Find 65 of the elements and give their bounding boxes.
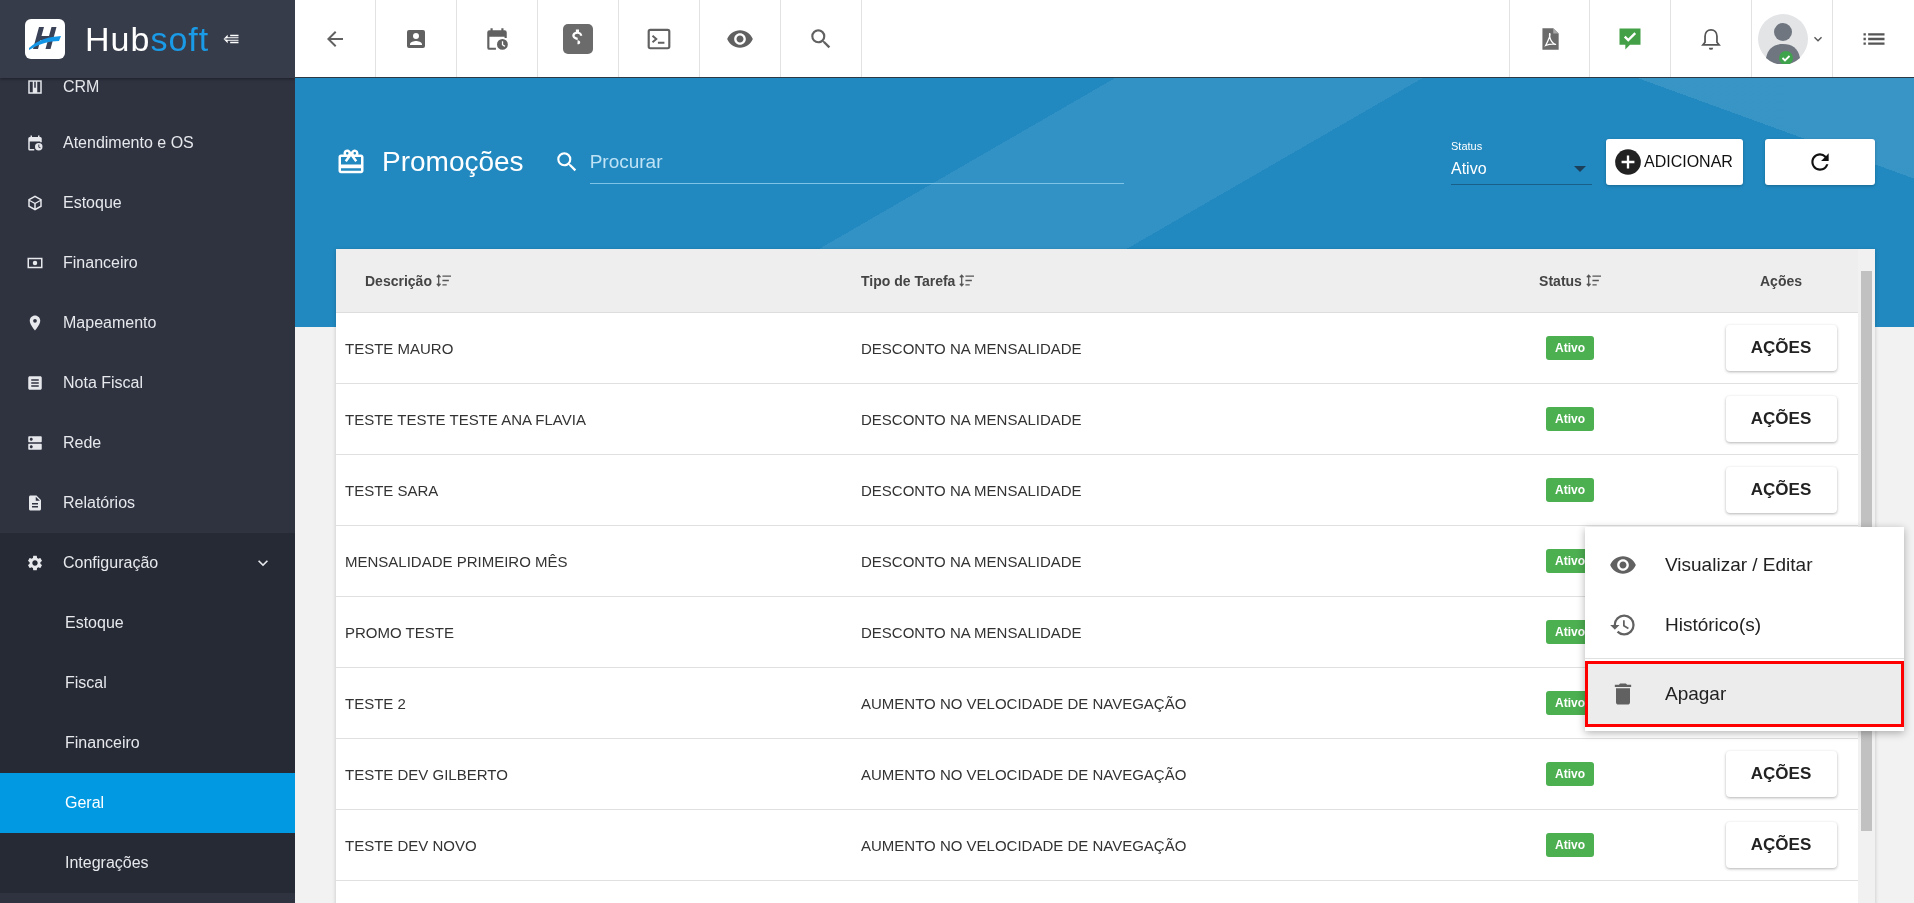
- sort-icon[interactable]: [959, 274, 975, 287]
- table-cell: TESTE 2: [345, 694, 406, 712]
- status-badge: Ativo: [1546, 407, 1594, 431]
- table-cell: TESTE MAURO: [345, 339, 454, 357]
- table-cell: AUMENTO NO VELOCIDADE DE NAVEGAÇÃO: [861, 694, 1187, 712]
- document-list-icon: [26, 374, 44, 392]
- sort-icon[interactable]: [1585, 274, 1601, 287]
- column-header[interactable]: Descrição: [365, 272, 432, 289]
- table-cell: DESCONTO NA MENSALIDADE: [861, 410, 1082, 428]
- add-button[interactable]: ADICIONAR: [1606, 139, 1743, 185]
- avatar-silhouette-icon: [1758, 13, 1808, 64]
- table-cell: AUMENTO NO VELOCIDADE DE NAVEGAÇÃO: [861, 765, 1187, 783]
- sidebar-item[interactable]: Mapeamento: [0, 293, 295, 353]
- table-cell: PROMO TESTE: [345, 623, 454, 641]
- table-cell: TESTE SARA: [345, 481, 439, 499]
- pdf-file-icon[interactable]: [1509, 0, 1590, 77]
- sidebar-item[interactable]: Financeiro: [0, 233, 295, 293]
- column-header[interactable]: Status: [1539, 272, 1582, 289]
- sidebar-item[interactable]: Estoque: [0, 173, 295, 233]
- search-field[interactable]: Procurar: [553, 140, 1124, 184]
- sidebar-item[interactable]: Rede: [0, 413, 295, 473]
- calendar-clock-icon: [26, 134, 44, 152]
- settings-icon: [26, 554, 44, 572]
- server-icon: [26, 434, 44, 452]
- table-cell: DESCONTO NA MENSALIDADE: [861, 339, 1082, 357]
- sidebar-subitem[interactable]: Integrações: [0, 833, 295, 893]
- column-header[interactable]: Tipo de Tarefa: [861, 272, 956, 289]
- refresh-button[interactable]: [1765, 139, 1875, 185]
- cube-icon: [26, 194, 44, 212]
- actions-button[interactable]: AÇÕES: [1725, 822, 1837, 868]
- table-cell: AUMENTO NO VELOCIDADE DE NAVEGAÇÃO: [861, 836, 1187, 854]
- logo-icon: [25, 19, 65, 59]
- status-badge: Ativo: [1546, 478, 1594, 502]
- sidebar-item[interactable]: Nota Fiscal: [0, 353, 295, 413]
- sidebar-item[interactable]: Relatórios: [0, 473, 295, 533]
- actions-button[interactable]: AÇÕES: [1725, 396, 1837, 442]
- table-cell: DESCONTO NA MENSALIDADE: [861, 552, 1082, 570]
- sidebar-subitem[interactable]: Fiscal: [0, 653, 295, 713]
- table-cell: DESCONTO NA MENSALIDADE: [861, 623, 1082, 641]
- sidebar-item[interactable]: Atendimento e OS: [0, 113, 295, 173]
- actions-button[interactable]: AÇÕES: [1725, 325, 1837, 371]
- column-header: Ações: [1760, 272, 1802, 289]
- sidebar-subitem[interactable]: Financeiro: [0, 713, 295, 773]
- table-cell: TESTE TESTE TESTE ANA FLAVIA: [345, 410, 586, 428]
- sidebar-item[interactable]: CRM: [0, 78, 295, 113]
- caret-down-icon: [1574, 165, 1586, 172]
- table-cell: MENSALIDADE PRIMEIRO MÊS: [345, 552, 568, 570]
- sidebar-subitem[interactable]: Estoque: [0, 593, 295, 653]
- menu-item[interactable]: Apagar: [1585, 661, 1904, 727]
- plus-circle-icon: [1614, 148, 1642, 176]
- status-select[interactable]: Status Ativo: [1451, 139, 1592, 185]
- document-icon: [26, 494, 44, 512]
- status-badge: Ativo: [1546, 336, 1594, 360]
- sort-icon[interactable]: [435, 274, 451, 287]
- sidebar-item[interactable]: Configuração: [0, 533, 295, 593]
- status-badge: Ativo: [1546, 762, 1594, 786]
- page-title: Promoções: [382, 146, 524, 178]
- table-cell: TESTE DEV NOVO: [345, 836, 477, 854]
- table-cell: DESCONTO NA MENSALIDADE: [861, 481, 1082, 499]
- actions-button[interactable]: AÇÕES: [1725, 467, 1837, 513]
- table-cell: TESTE DEV GILBERTO: [345, 765, 508, 783]
- bar-chart-icon: [26, 78, 44, 96]
- status-badge: Ativo: [1546, 833, 1594, 857]
- actions-button[interactable]: AÇÕES: [1725, 751, 1837, 797]
- logo-text: Hubsoft: [85, 19, 210, 59]
